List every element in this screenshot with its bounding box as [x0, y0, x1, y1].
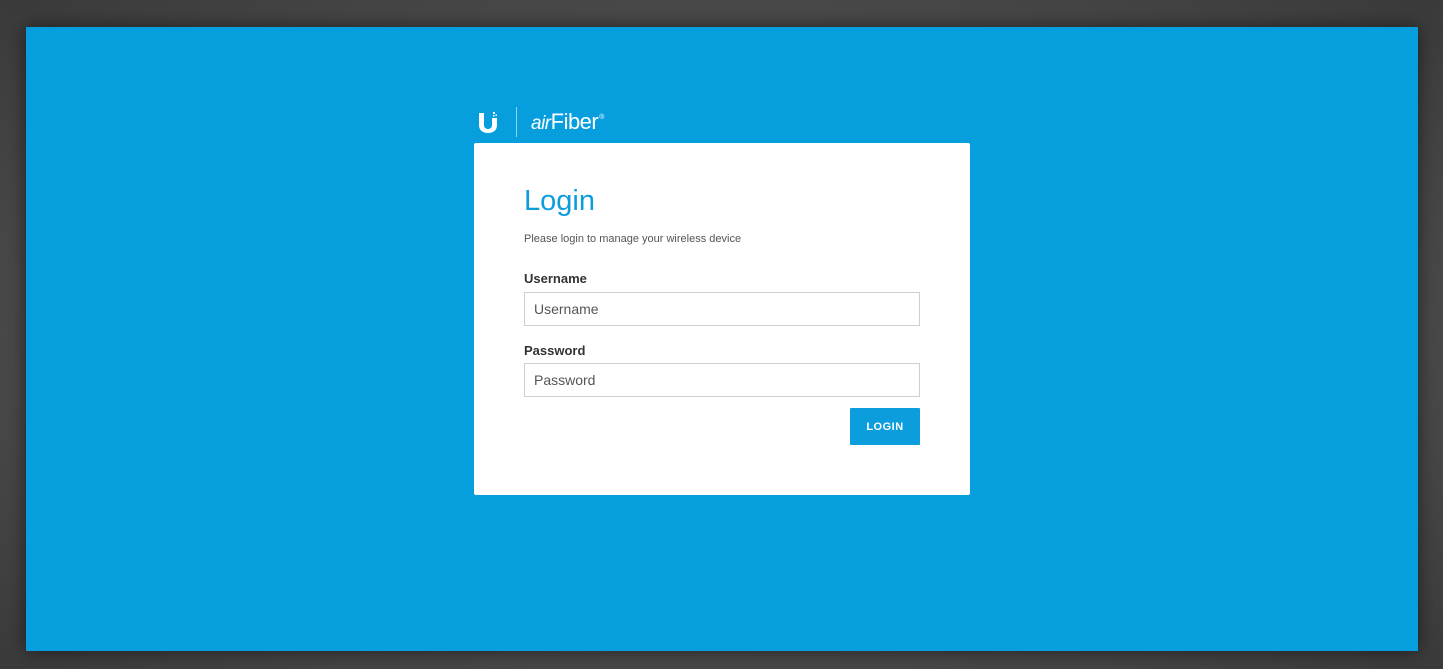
login-button[interactable]: LOGIN [850, 408, 920, 445]
login-title: Login [524, 185, 595, 217]
brand-header: air Fiber ® [476, 105, 604, 139]
password-input[interactable] [524, 363, 920, 397]
username-label: Username [524, 271, 587, 286]
product-logo: air Fiber ® [531, 109, 604, 135]
password-label: Password [524, 343, 586, 358]
login-subtitle: Please login to manage your wireless dev… [524, 233, 742, 245]
registered-mark: ® [599, 114, 604, 121]
ubiquiti-logo-icon [479, 112, 497, 133]
product-logo-suffix: Fiber [550, 109, 599, 134]
login-page: air Fiber ® Login Please login to manage y… [26, 27, 1418, 651]
login-card: Login Please login to manage your wirele… [474, 143, 970, 495]
brand-divider [516, 107, 517, 137]
username-input[interactable] [524, 292, 920, 326]
window-frame: air Fiber ® Login Please login to manage y… [0, 0, 1443, 669]
product-logo-prefix: air [531, 113, 551, 134]
